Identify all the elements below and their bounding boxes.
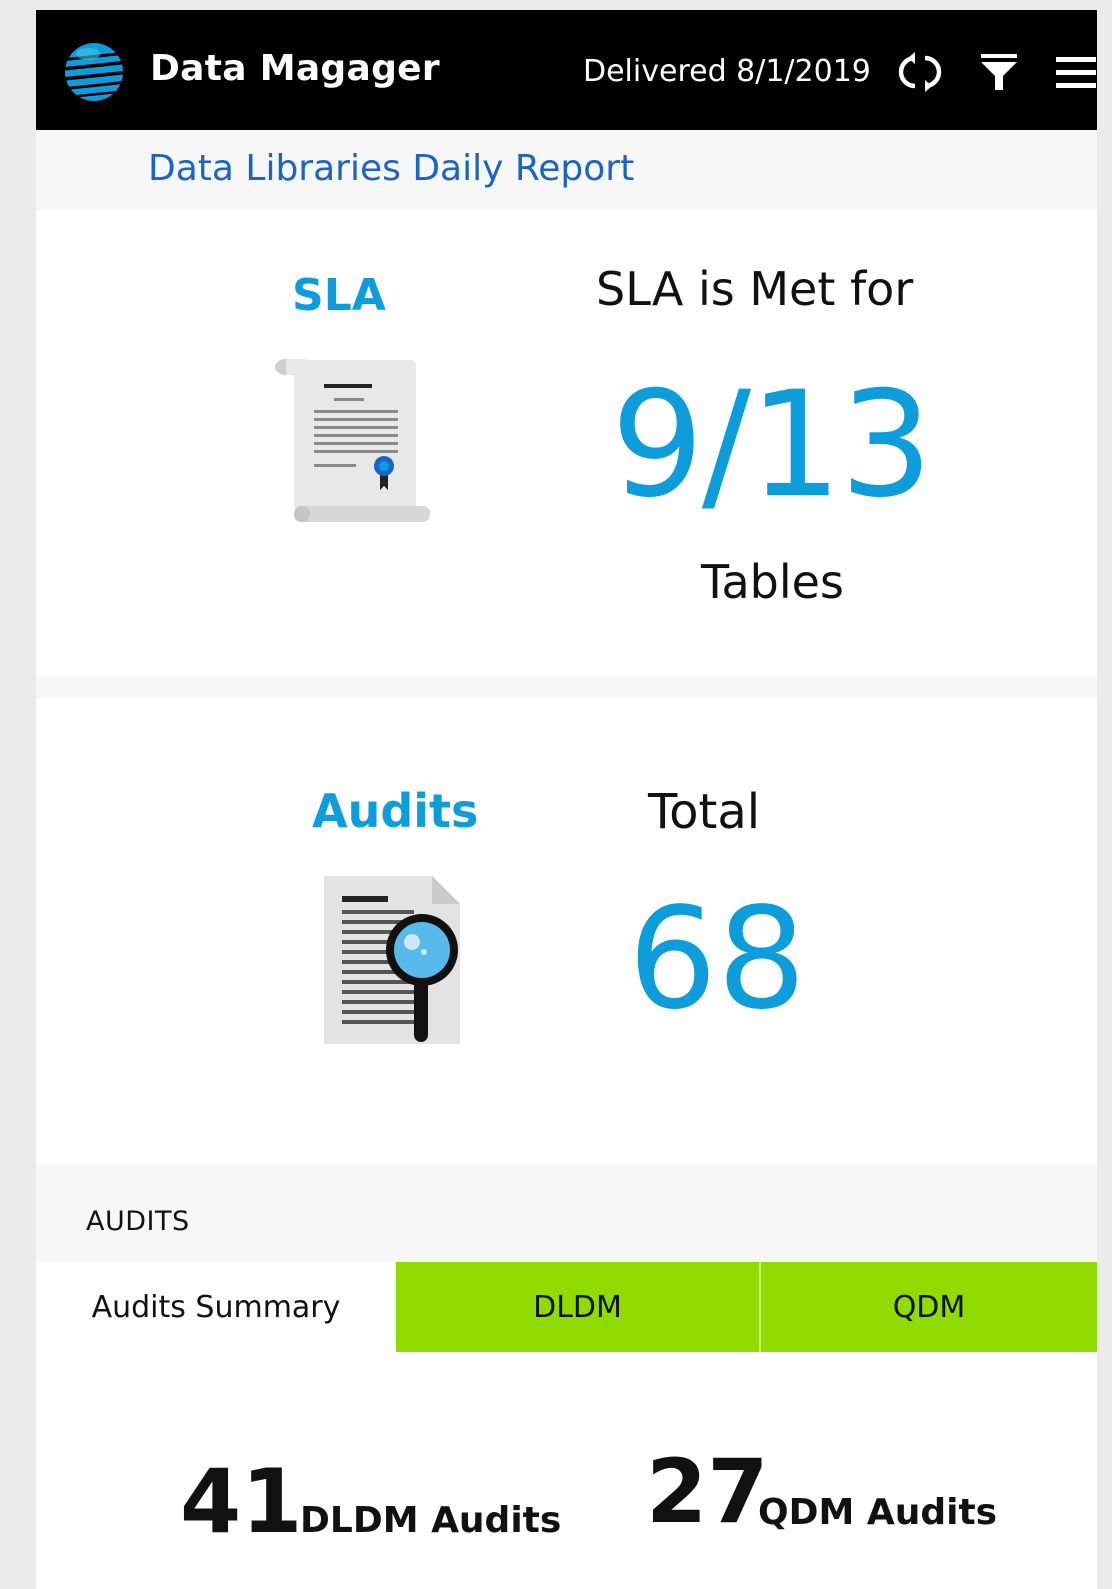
sla-label: SLA <box>292 270 386 321</box>
tab-audits-summary[interactable]: Audits Summary <box>36 1262 396 1352</box>
total-heading: Total <box>648 784 761 840</box>
audits-card[interactable]: Audits Total 68 <box>36 698 1097 1164</box>
qdm-audits-count: 27 <box>646 1440 769 1543</box>
menu-icon[interactable] <box>1052 50 1096 94</box>
app-title: Data Magager <box>150 48 440 89</box>
audits-tabs: Audits Summary DLDM QDM <box>36 1262 1097 1352</box>
report-bar: Data Libraries Daily Report <box>36 130 1097 210</box>
certificate-icon <box>275 359 430 522</box>
sla-heading: SLA is Met for <box>596 262 914 316</box>
att-globe-icon[interactable] <box>64 42 124 102</box>
section-divider <box>36 676 1097 698</box>
qdm-audits-label: QDM Audits <box>758 1492 998 1533</box>
tab-dldm[interactable]: DLDM <box>396 1262 761 1352</box>
dldm-audits-count: 41 <box>180 1450 303 1553</box>
delivered-date: Delivered 8/1/2019 <box>583 54 871 89</box>
app-window: Data Magager Delivered 8/1/2019 Data Lib… <box>36 10 1097 1589</box>
filter-icon[interactable] <box>977 50 1021 94</box>
sla-card[interactable]: SLA SLA is Met for 9/13 Tables <box>36 210 1097 676</box>
dldm-audits-label: DLDM Audits <box>300 1500 562 1541</box>
audit-document-icon <box>324 876 460 1044</box>
sla-value: 9/13 <box>611 360 933 530</box>
total-value: 68 <box>628 878 807 1041</box>
tab-qdm[interactable]: QDM <box>761 1262 1097 1352</box>
report-title[interactable]: Data Libraries Daily Report <box>148 148 634 189</box>
refresh-icon[interactable] <box>898 50 942 94</box>
audits-label: Audits <box>312 784 479 838</box>
audits-section-label: AUDITS <box>86 1206 190 1237</box>
sla-unit: Tables <box>701 555 844 609</box>
app-header: Data Magager Delivered 8/1/2019 <box>36 10 1097 130</box>
audits-section-header <box>36 1164 1097 1262</box>
